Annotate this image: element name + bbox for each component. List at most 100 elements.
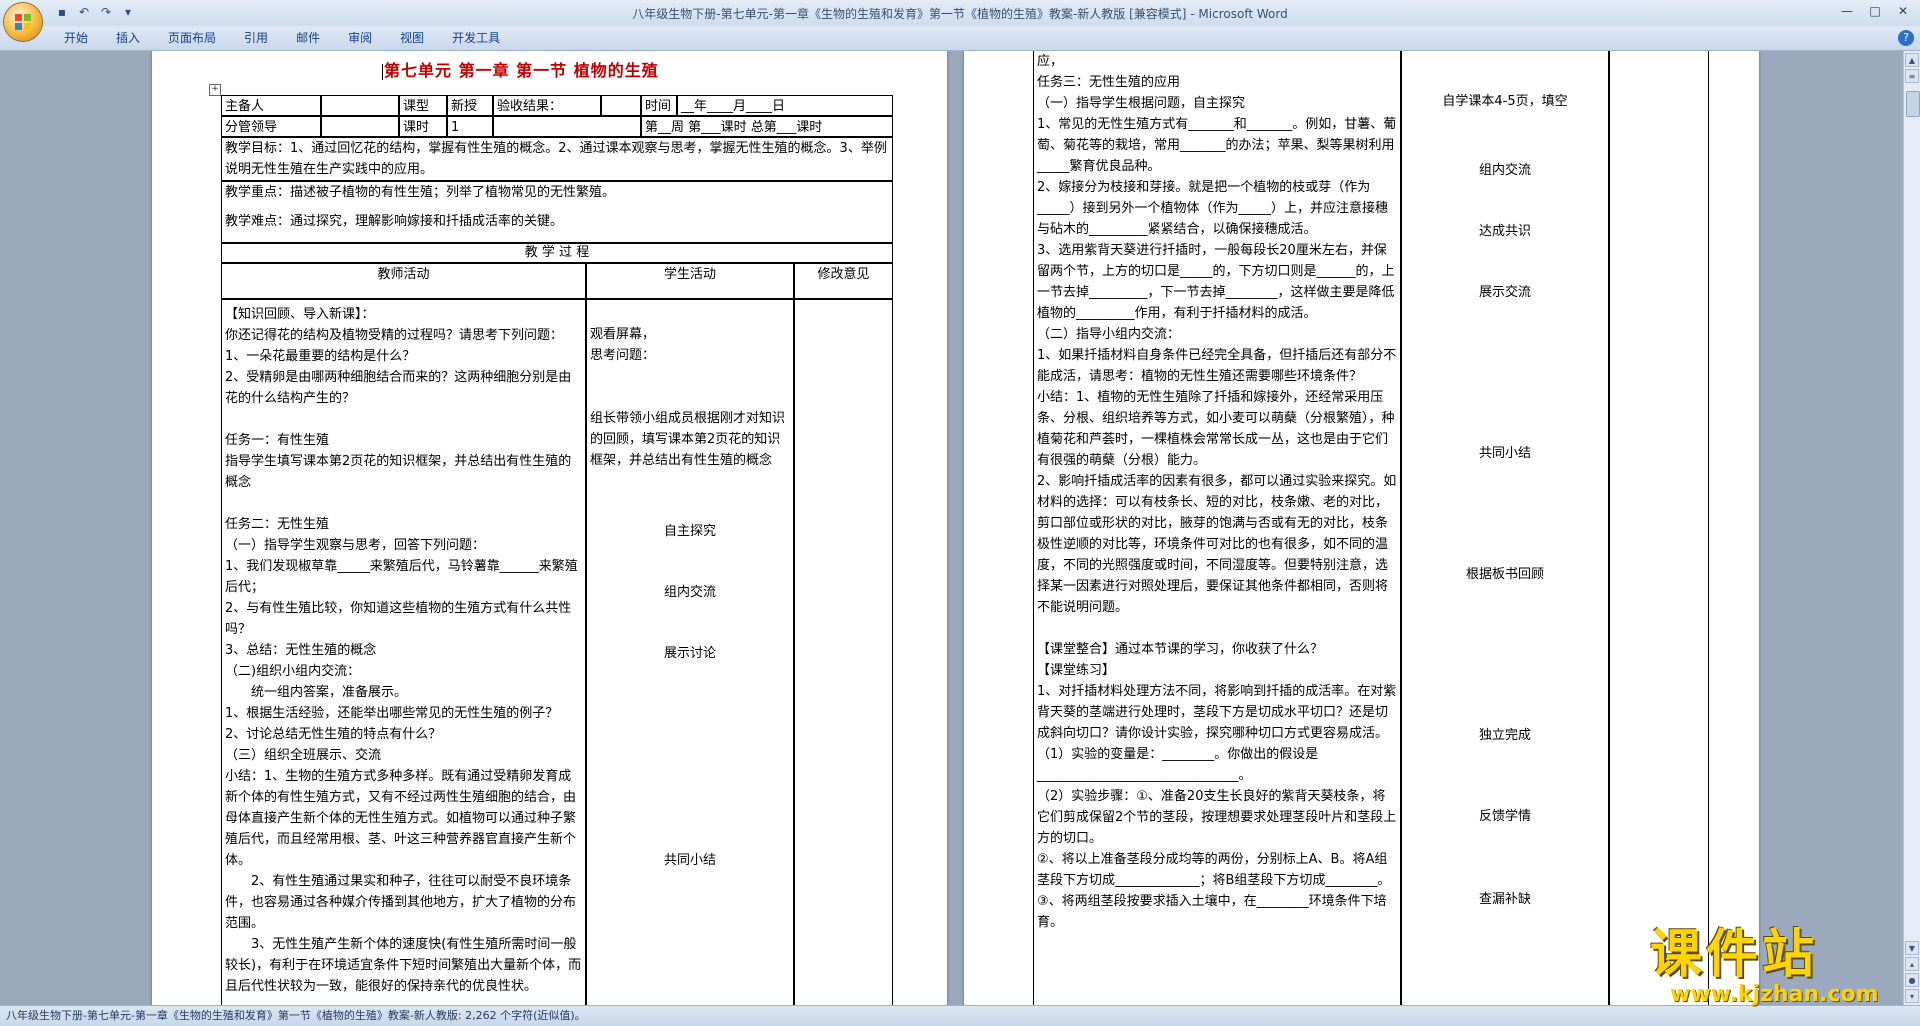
minimize-button[interactable]: — <box>1834 2 1860 20</box>
page2-line: 1、如果扦插材料自身条件已经完全具备，但扦插后还有部分不能成活，请思考：植物的无… <box>1037 348 1397 384</box>
ruler-toggle-icon[interactable]: ≡ <box>1905 69 1919 83</box>
header-value-acceptance[interactable] <box>601 95 641 116</box>
revision-column[interactable] <box>794 299 893 1005</box>
side-fill-gaps: 查漏补缺 <box>1478 892 1531 907</box>
side-feedback: 反馈学情 <box>1478 809 1531 824</box>
page2-line: 2、嫁接分为枝接和芽接。就是把一个植物的枝或芽（作为_____）接到另外一个植物… <box>1037 180 1389 237</box>
status-bar: 八年级生物下册-第七单元-第一章《生物的生殖和发育》第一节《植物的生殖》教案-新… <box>0 1005 1920 1026</box>
ribbon-tab-5[interactable]: 审阅 <box>334 30 386 46</box>
key-points-box: 教学重点：描述被子植物的有性生殖；列举了植物常见的无性繁殖。 教学难点：通过探究… <box>221 181 893 243</box>
teacher-line: 3、总结：无性生殖的概念 <box>225 643 377 658</box>
teacher-line: （二)组织小组内交流： <box>225 664 361 679</box>
page2-line: （2）实验步骤：①、准备20支生长良好的紫背天葵枝条，将它们剪成保留2个节的茎段… <box>1037 789 1397 846</box>
side-summarize: 共同小结 <box>1478 446 1531 461</box>
site-watermark: 课件站 www.kjzhan.com <box>1650 925 1910 1007</box>
watermark-url: www.kjzhan.com <box>1670 982 1879 1007</box>
teacher-line: 小结：1、生物的生殖方式多种多样。既有通过受精卵发育成新个体的有性生殖方式，又有… <box>225 769 577 868</box>
header-label-acceptance: 验收结果： <box>493 95 601 116</box>
page2-line: （一）指导学生根据问题，自主探究 <box>1037 96 1246 111</box>
teacher-line: 指导学生填写课本第2页花的知识框架，并总结出有性生殖的概念 <box>225 454 572 490</box>
teacher-line <box>222 409 585 430</box>
teacher-line: 你还记得花的结构及植物受精的过程吗？请思考下列问题： <box>225 328 564 343</box>
page2-line: 1、对扦插材料处理方法不同，将影响到扦插的成活率。在对紫背天葵的茎端进行处理时，… <box>1037 684 1397 741</box>
side-self-study: 自学课本4-5页，填空 <box>1442 94 1568 109</box>
col-header-teacher: 教师活动 <box>221 263 586 299</box>
ribbon-tab-4[interactable]: 邮件 <box>282 30 334 46</box>
table-move-handle-icon[interactable]: + <box>209 84 221 96</box>
watermark-brand: 课件站 <box>1650 925 1819 985</box>
teacher-line: 2、受精卵是由哪两种细胞结合而来的？这两种细胞分别是由花的什么结构产生的？ <box>225 370 572 406</box>
page2-line: 2、影响扦插成活率的因素有很多，都可以通过实验来探究。如材料的选择：可以有枝条长… <box>1037 474 1397 615</box>
side-independent: 独立完成 <box>1478 728 1531 743</box>
header-label-supervisor: 分管领导 <box>221 116 321 137</box>
page-2[interactable]: 应， 任务三：无性生殖的应用 （一）指导学生根据问题，自主探究 1、常见的无性生殖方式… <box>964 51 1759 1005</box>
teacher-line: 【知识回顾、导入新课】： <box>225 307 375 322</box>
header-value-preparer[interactable] <box>321 95 399 116</box>
header-label-lesson-type: 课型 <box>399 95 447 116</box>
page2-line: 1、常见的无性生殖方式有_______和_______。例如，甘薯、葡萄、菊花等… <box>1037 117 1397 174</box>
student-summarize: 共同小结 <box>663 853 716 868</box>
teacher-line <box>222 493 585 514</box>
side-board-review: 根据板书回顾 <box>1465 567 1544 582</box>
page2-main-column[interactable]: 应， 任务三：无性生殖的应用 （一）指导学生根据问题，自主探究 1、常见的无性生殖方式… <box>1033 51 1401 1005</box>
header-value-time[interactable]: __年____月____日 <box>677 95 893 116</box>
teaching-difficulties: 教学难点：通过探究，理解影响嫁接和扦插成活率的关键。 <box>225 214 564 229</box>
page2-line: 应， <box>1037 54 1064 69</box>
ribbon-tab-7[interactable]: 开发工具 <box>438 30 514 46</box>
teacher-line: 1、一朵花最重要的结构是什么？ <box>225 349 416 364</box>
teaching-goals: 教学目标：1、通过回忆花的结构，掌握有性生殖的概念。2、通过课本观察与思考，掌握… <box>221 137 893 181</box>
page2-line: ②、将以上准备茎段分成均等的两份，分别标上A、B。将A组茎段下方切成______… <box>1037 852 1391 888</box>
page2-line: （二）指导小组内交流： <box>1037 327 1181 342</box>
ribbon-tab-3[interactable]: 引用 <box>230 30 282 46</box>
window-title: 八年级生物下册-第七单元-第一章《生物的生殖和发育》第一节《植物的生殖》教案-新… <box>632 7 1288 21</box>
header-week-period[interactable]: 第__周 第___课时 总第___课时 <box>641 116 893 137</box>
office-button[interactable] <box>4 3 42 41</box>
document-title: 第七单元 第一章 第一节 植物的生殖 <box>382 61 659 80</box>
student-show-discuss: 展示讨论 <box>663 646 716 661</box>
ribbon-tab-1[interactable]: 插入 <box>102 30 154 46</box>
side-group-exchange: 组内交流 <box>1478 163 1531 178</box>
page2-line: 小结：1、植物的无性生殖除了扦插和嫁接外，还经常采用压条、分根、组织培养等方式，… <box>1037 390 1395 468</box>
student-activity-column[interactable]: 观看屏幕， 思考问题： 组长带领小组成员根据刚才对知识的回顾，填写课本第2页花的… <box>586 299 794 1005</box>
header-label-time: 时间 <box>641 95 677 116</box>
header-value-periods: 1 <box>447 116 493 137</box>
ribbon-tab-0[interactable]: 开始 <box>50 30 102 46</box>
page2-line: （1）实验的变量是：________。你做出的假设是______________… <box>1037 747 1319 783</box>
teacher-line: 2、有性生殖通过果实和种子，往往可以耐受不良环境条件，也容易通过各种媒介传播到其… <box>225 874 577 931</box>
document-workspace[interactable]: + 第七单元 第一章 第一节 植物的生殖 主备人 课型 新授 验收结果： 时间 … <box>0 51 1904 1005</box>
header-value-supervisor[interactable] <box>321 116 399 137</box>
header-empty-cell[interactable] <box>493 116 641 137</box>
status-text: 八年级生物下册-第七单元-第一章《生物的生殖和发育》第一节《植物的生殖》教案-新… <box>6 1009 586 1022</box>
page-1[interactable]: + 第七单元 第一章 第一节 植物的生殖 主备人 课型 新授 验收结果： 时间 … <box>152 51 947 1005</box>
ribbon-tab-2[interactable]: 页面布局 <box>154 30 230 46</box>
page2-line: 3、选用紫背天葵进行扦插时，一般每段长20厘米左右，并保留两个节，上方的切口是_… <box>1037 243 1395 321</box>
help-icon[interactable]: ? <box>1898 30 1914 46</box>
ribbon-tab-6[interactable]: 视图 <box>386 30 438 46</box>
col-header-student: 学生活动 <box>586 263 794 299</box>
teaching-key-points: 教学重点：描述被子植物的有性生殖；列举了植物常见的无性繁殖。 <box>225 185 616 200</box>
student-group-fill: 组长带领小组成员根据刚才对知识的回顾，填写课本第2页花的知识框架，并总结出有性生… <box>590 411 786 468</box>
student-think: 思考问题： <box>590 348 656 363</box>
scroll-thumb[interactable] <box>1906 91 1920 117</box>
page2-line: 【课堂练习】 <box>1037 663 1116 678</box>
teacher-line: 2、与有性生殖比较，你知道这些植物的生殖方式有什么共性吗？ <box>225 601 572 637</box>
page2-revision-column[interactable] <box>1609 51 1709 1005</box>
col-header-revision: 修改意见 <box>794 263 893 299</box>
ribbon-tabs: 开始 插入 页面布局 引用 邮件 审阅 视图 开发工具 ? <box>0 26 1920 51</box>
title-bar: ▪ ↶ ↷ ▾ 八年级生物下册-第七单元-第一章《生物的生殖和发育》第一节《植物… <box>0 0 1920 27</box>
page2-line: ③、将两组茎段按要求插入土壤中，在________环境条件下培育。 <box>1037 894 1387 930</box>
teacher-line: （三）组织全班展示、交流 <box>225 748 382 763</box>
teacher-activity-column[interactable]: 【知识回顾、导入新课】： 你还记得花的结构及植物受精的过程吗？请思考下列问题： 1、… <box>221 299 586 1005</box>
side-show-exchange: 展示交流 <box>1478 285 1531 300</box>
process-label: 教 学 过 程 <box>221 243 893 263</box>
page2-student-column[interactable]: 自学课本4-5页，填空 组内交流 达成共识 展示交流 共同小结 根据板书回顾 独… <box>1401 51 1609 1005</box>
vertical-scrollbar[interactable]: ▲ ≡ ▼ ▴ ● ▾ <box>1903 51 1920 1005</box>
maximize-button[interactable]: □ <box>1862 2 1888 20</box>
teacher-line: 任务一：有性生殖 <box>225 433 330 448</box>
page2-line: 任务三：无性生殖的应用 <box>1037 75 1181 90</box>
close-button[interactable]: ✕ <box>1890 2 1916 20</box>
page2-line <box>1034 618 1400 639</box>
student-self-explore: 自主探究 <box>663 524 716 539</box>
scroll-up-icon[interactable]: ▲ <box>1905 53 1919 67</box>
teacher-line: 3、无性生殖产生新个体的速度快(有性生殖所需时间一般较长)，有利于在环境适宜条件… <box>225 937 582 994</box>
